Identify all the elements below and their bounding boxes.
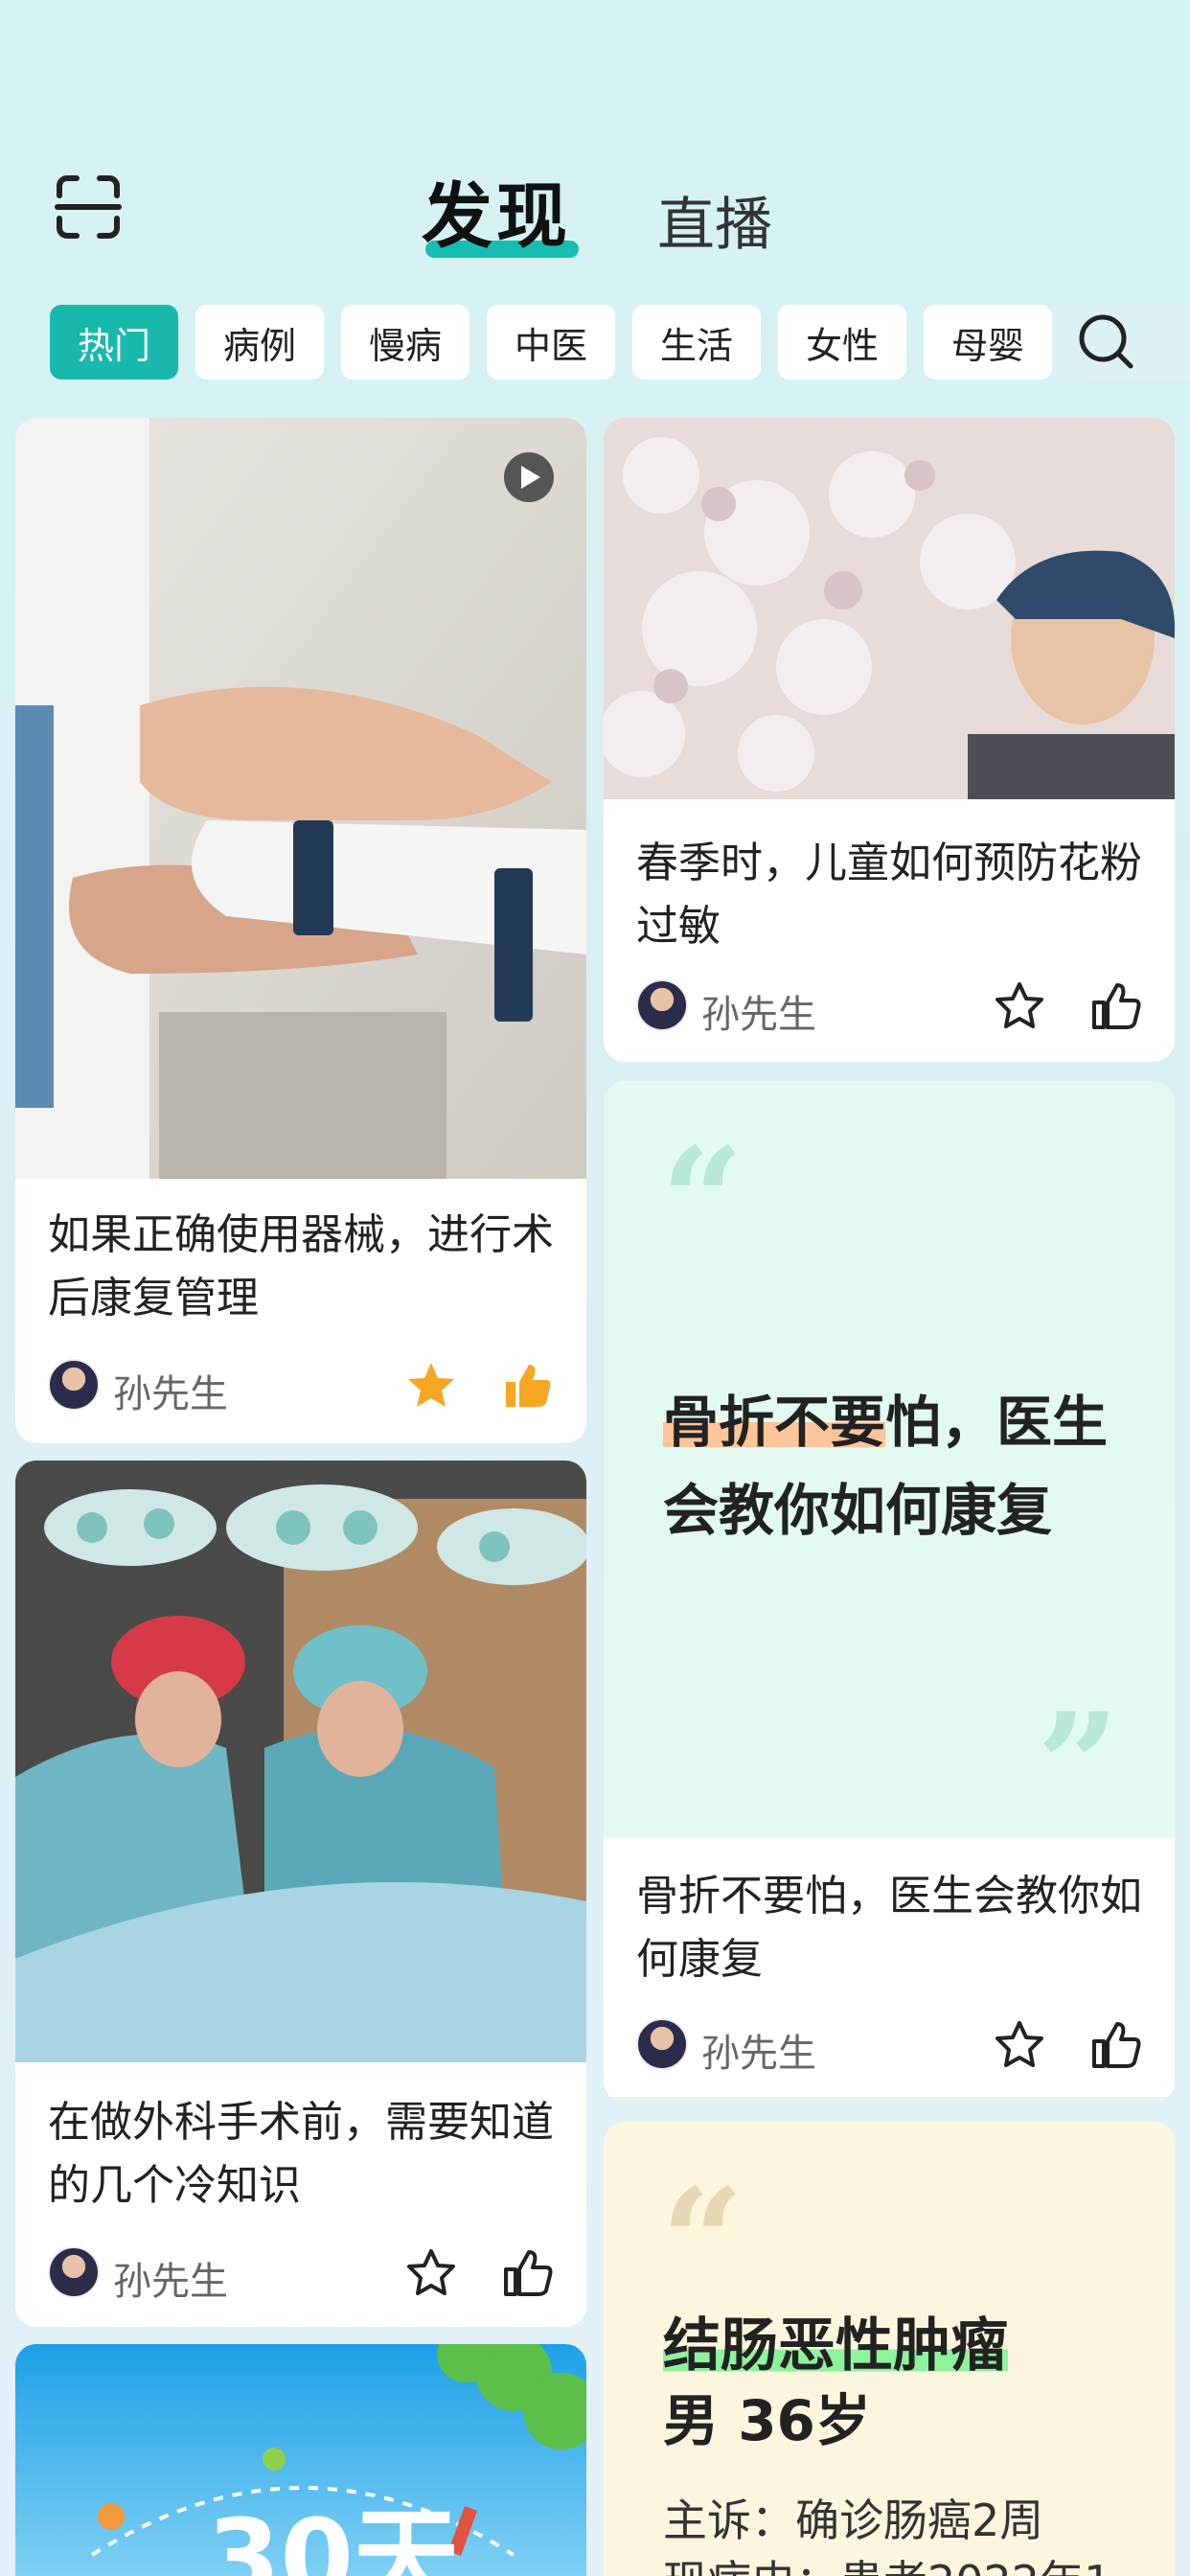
banner-text: 30天 — [207, 2496, 460, 2576]
card-title: 骨折不要怕，医生会教你如何康复 — [636, 1872, 1142, 1984]
author-name: 孙先生 — [701, 2032, 816, 2076]
chip-women[interactable]: 女性 — [778, 305, 906, 380]
case-card[interactable]: “ 结肠恶性肿瘤 男 36岁 主诉：确诊肠癌2周 现病史：患者2022年1 — [604, 2122, 1175, 2576]
tab-discover-label: 发现 — [422, 175, 571, 258]
chip-life[interactable]: 生活 — [632, 305, 761, 380]
author-name: 孙先生 — [113, 2260, 228, 2304]
scan-icon[interactable] — [54, 172, 123, 242]
card-meta: 孙先生 — [636, 2018, 1142, 2076]
avatar — [48, 1359, 100, 1411]
thumbs-up-outline-icon[interactable] — [500, 2246, 554, 2300]
star-icon[interactable] — [404, 1359, 458, 1413]
case-patient: 男 36岁 — [663, 2388, 871, 2453]
card-footer: 骨折不要怕，医生会教你如何康复 孙先生 — [604, 1838, 1175, 2097]
chip-cases[interactable]: 病例 — [195, 305, 324, 380]
tab-live[interactable]: 直播 — [657, 178, 772, 262]
chip-hot[interactable]: 热门 — [50, 305, 178, 380]
avatar — [636, 979, 688, 1031]
avatar — [48, 2246, 100, 2298]
thumbs-up-outline-icon[interactable] — [1088, 979, 1142, 1033]
top-nav: 发现 直播 — [0, 144, 1190, 268]
close-quote-mark: ” — [1037, 1682, 1120, 1851]
chief-complaint: 主诉：确诊肠癌2周 — [663, 2495, 1044, 2546]
thumbs-up-outline-icon[interactable] — [1088, 2018, 1142, 2072]
quote-card[interactable]: “ 骨折不要怕，医生会教你如何康复 ” 骨折不要怕，医生会教你如何康复 孙先生 — [604, 1081, 1175, 2103]
author-name: 孙先生 — [701, 993, 816, 1037]
open-quote-mark: “ — [661, 2157, 744, 2326]
card-image — [15, 1460, 586, 2062]
search-icon[interactable] — [1077, 312, 1136, 372]
category-chips: 热门 病例 慢病 中医 生活 女性 母婴 — [50, 305, 1190, 381]
feed-card[interactable]: 在做外科手术前，需要知道的几个冷知识 孙先生 — [15, 1460, 586, 2327]
feed-card[interactable]: 如果正确使用器械，进行术后康复管理 孙先生 — [15, 418, 586, 1443]
feed-card[interactable]: 春季时，儿童如何预防花粉过敏 孙先生 — [604, 418, 1175, 1062]
star-outline-icon[interactable] — [404, 2246, 458, 2300]
card-meta: 孙先生 — [48, 1359, 554, 1416]
card-image — [604, 418, 1175, 799]
case-title: 结肠恶性肿瘤 — [663, 2299, 1008, 2382]
tab-discover[interactable]: 发现 — [422, 159, 579, 262]
card-meta: 孙先生 — [48, 2246, 554, 2304]
chip-maternal[interactable]: 母婴 — [924, 305, 1052, 380]
star-outline-icon[interactable] — [993, 2018, 1046, 2072]
card-meta: 孙先生 — [636, 979, 1142, 1037]
quote-highlight: 骨折不要 — [663, 1390, 886, 1455]
case-title-text: 结肠恶性肿瘤 — [663, 2312, 1008, 2380]
thumbs-up-icon[interactable] — [500, 1359, 554, 1413]
chip-chronic[interactable]: 慢病 — [341, 305, 469, 380]
card-title: 春季时，儿童如何预防花粉过敏 — [636, 839, 1142, 951]
card-title: 在做外科手术前，需要知道的几个冷知识 — [48, 2098, 554, 2210]
author-name: 孙先生 — [113, 1372, 228, 1416]
feed-card[interactable]: 30天 — [15, 2344, 586, 2576]
avatar — [636, 2018, 688, 2070]
star-outline-icon[interactable] — [993, 979, 1046, 1033]
present-history: 现病史：患者2022年1 — [663, 2547, 1111, 2576]
card-title: 如果正确使用器械，进行术后康复管理 — [48, 1210, 554, 1322]
open-quote-mark: “ — [661, 1116, 744, 1285]
chip-tcm[interactable]: 中医 — [487, 305, 615, 380]
card-image — [15, 418, 586, 1179]
quote-text: 骨折不要怕，医生会教你如何康复 — [663, 1378, 1161, 1554]
